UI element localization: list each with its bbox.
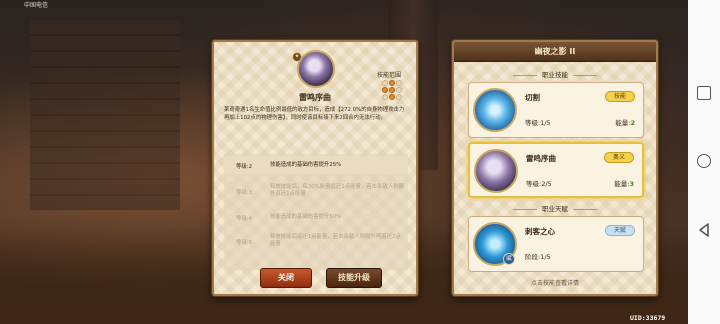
level-label: 等级:2 bbox=[236, 164, 253, 170]
level-effect: 释放技能后返还1点能量，若击杀敌人则额外再返还2点能量 bbox=[270, 234, 401, 247]
skill-card-cut[interactable]: 切割 技能 等级:1/5 能量:2 bbox=[468, 82, 644, 138]
back-icon[interactable] bbox=[697, 222, 711, 237]
level-row-2: 等级:2 技能造成的基础伤害提升25% bbox=[224, 156, 408, 174]
talent-type-badge: 天赋 bbox=[605, 225, 635, 236]
thunder-song-portrait-icon bbox=[297, 50, 335, 88]
skill-card-energy: 能量:3 bbox=[614, 180, 634, 188]
recent-apps-icon[interactable] bbox=[697, 86, 711, 100]
background-bookshelf bbox=[30, 20, 180, 210]
talent-card-name: 刺客之心 bbox=[525, 227, 555, 236]
class-skill-panel: 幽夜之影 II 职业技能 切割 技能 等级:1/5 能量:2 雷鸣序曲 奥义 等… bbox=[452, 40, 658, 296]
talent-card-stage: 阶段:1/5 bbox=[525, 253, 551, 261]
close-button[interactable]: 关闭 bbox=[260, 268, 312, 288]
level-label: 等级:4 bbox=[236, 216, 253, 222]
level-label: 等级:5 bbox=[236, 240, 253, 246]
skill-upgrade-button[interactable]: 技能升级 bbox=[326, 268, 382, 288]
thunder-song-skill-icon bbox=[474, 149, 518, 193]
talent-badge-icon: 赋 bbox=[503, 253, 515, 265]
range-cell bbox=[382, 80, 388, 86]
level-row-4: 等级:4 技能造成的基础伤害提升50% bbox=[224, 208, 408, 226]
level-upgrade-list: 等级:2 技能造成的基础伤害提升25% 等级:3 释放技能后，每30%能量返还1… bbox=[224, 154, 408, 270]
skill-card-name: 切割 bbox=[525, 93, 540, 102]
level-effect: 技能造成的基础伤害提升50% bbox=[270, 214, 342, 220]
android-navigation-bar bbox=[688, 0, 720, 324]
skill-range-label: 技能范围 bbox=[377, 72, 402, 79]
skill-description: 莱奇奇遇1名生命值比例最低的敌方目标，造成【272.0%的自身物理攻击力再加上1… bbox=[224, 107, 405, 121]
skill-card-energy: 能量:2 bbox=[615, 119, 635, 127]
skill-type-badge: 奥义 bbox=[604, 152, 634, 163]
cut-skill-icon bbox=[473, 88, 517, 132]
skill-card-name: 雷鸣序曲 bbox=[526, 154, 556, 163]
level-label: 等级:3 bbox=[236, 190, 253, 196]
skill-card-thunder-song[interactable]: 雷鸣序曲 奥义 等级:2/5 能量:3 bbox=[468, 142, 644, 198]
carrier-label: 中国电信 bbox=[24, 2, 49, 9]
level-row-5: 等级:5 释放技能后返还1点能量，若击杀敌人则额外再返还2点能量 bbox=[224, 232, 408, 250]
home-icon[interactable] bbox=[697, 154, 711, 168]
talent-card-assassin-heart[interactable]: 赋 刺客之心 天赋 阶段:1/5 bbox=[468, 216, 644, 272]
range-cell-active bbox=[389, 80, 395, 86]
section-title-class-skills: 职业技能 bbox=[454, 69, 656, 79]
tap-skill-hint: 点击技能查看详情 bbox=[530, 280, 579, 287]
class-title: 幽夜之影 II bbox=[534, 47, 576, 56]
skill-card-level: 等级:2/5 bbox=[526, 180, 552, 188]
panel-header: 幽夜之影 II bbox=[454, 42, 656, 62]
skill-title: 雷鸣序曲 bbox=[299, 93, 331, 102]
level-effect: 技能造成的基础伤害提升25% bbox=[270, 162, 342, 168]
level-effect: 释放技能后，每30%能量返还1点能量，若击杀敌人则额外返还1点能量 bbox=[270, 184, 405, 197]
skill-card-level: 等级:1/5 bbox=[525, 119, 551, 127]
status-bar: 中国电信 bbox=[0, 0, 688, 10]
skill-detail-panel: ✦ 技能范围 雷鸣序曲 莱奇奇遇1名生命值比例最低的敌方目标，造成【272.0%… bbox=[212, 40, 418, 296]
level-row-3: 等级:3 释放技能后，每30%能量返还1点能量，若击杀敌人则额外返还1点能量 bbox=[224, 182, 408, 200]
skill-type-badge: 技能 bbox=[605, 91, 635, 102]
range-cell bbox=[396, 80, 402, 86]
user-id-label: UID:33679 bbox=[630, 314, 666, 322]
section-title-class-talent: 职业天赋 bbox=[454, 203, 656, 213]
